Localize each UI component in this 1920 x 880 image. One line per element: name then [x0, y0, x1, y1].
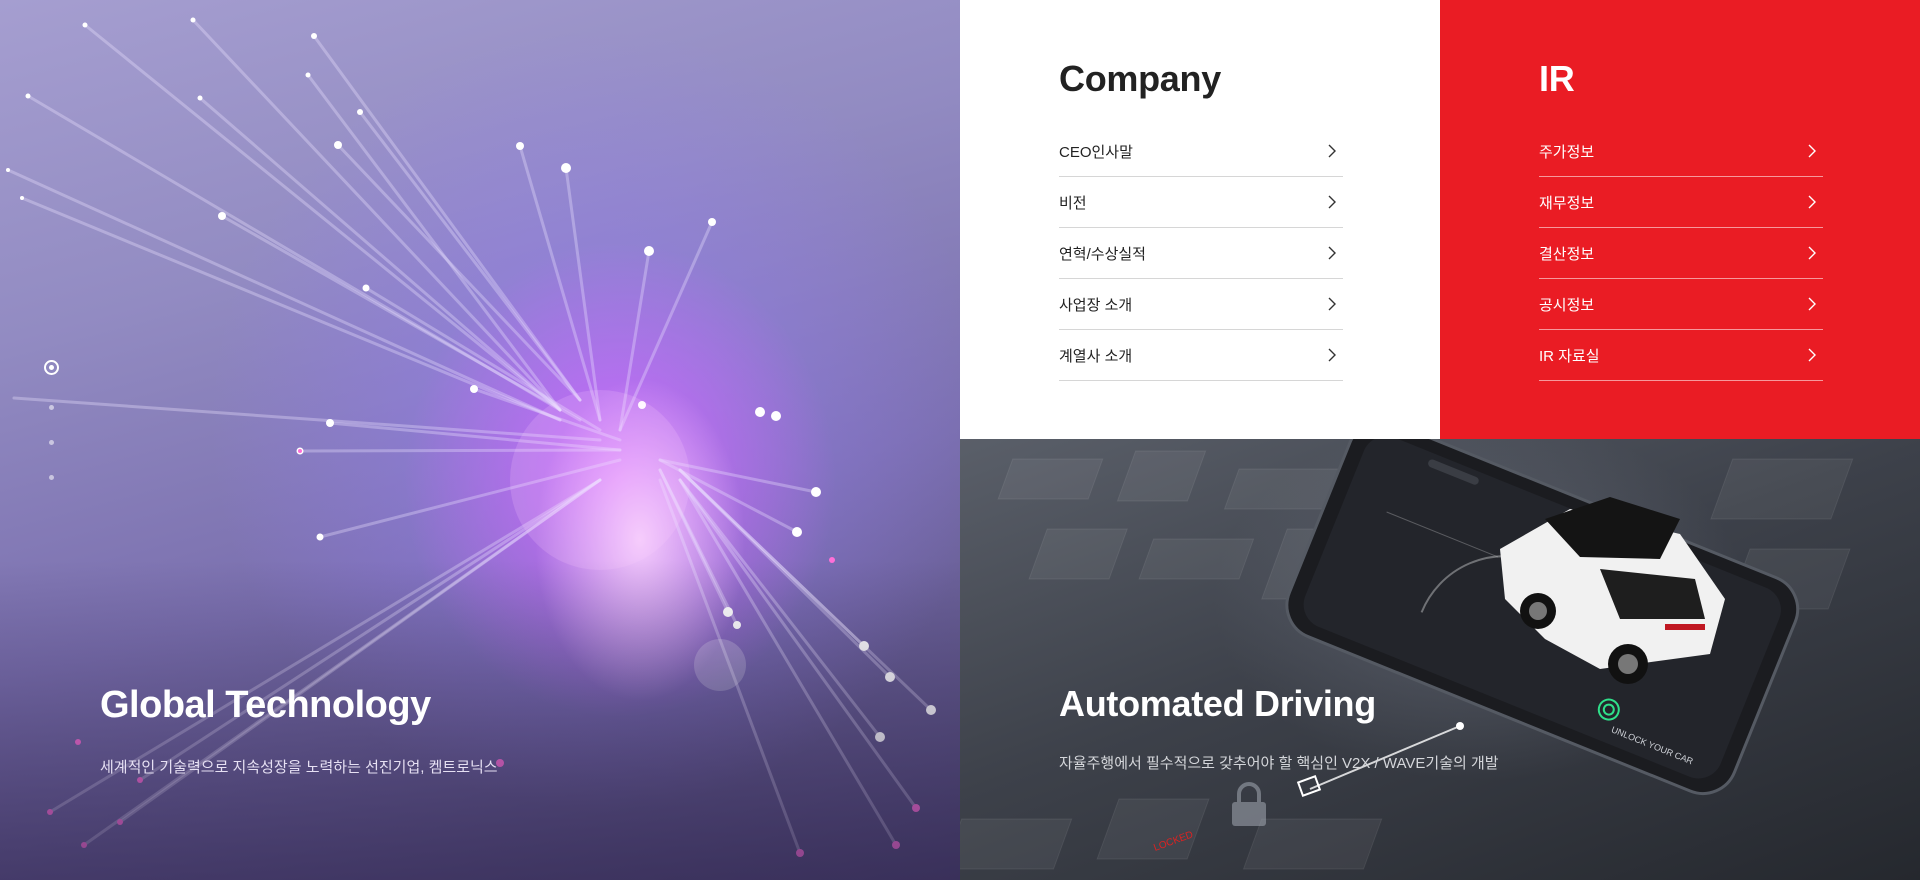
drive-description: 자율주행에서 필수적으로 갖추어야 할 핵심인 V2X / WAVE기술의 개발 — [1059, 755, 1499, 772]
ir-link-finance[interactable]: 재무정보 — [1539, 177, 1823, 228]
chevron-right-icon — [1808, 348, 1816, 362]
chevron-right-icon — [1328, 195, 1336, 209]
ir-link-disclosure[interactable]: 공시정보 — [1539, 279, 1823, 330]
chevron-right-icon — [1328, 297, 1336, 311]
company-link-vision[interactable]: 비전 — [1059, 177, 1343, 228]
smartphone-car-image: LOCKED UNLOCK YOUR CAR — [960, 439, 1854, 870]
pager-dot-active[interactable] — [43, 360, 59, 375]
automated-driving-banner[interactable]: LOCKED UNLOCK YOUR CAR Automated Driving… — [960, 439, 1920, 880]
hero-global-technology: Global Technology 세계적인 기술력으로 지속성장을 노력하는 … — [0, 0, 960, 880]
drive-title: Automated Driving — [1059, 683, 1376, 724]
pager-dot[interactable] — [48, 405, 54, 410]
lock-icon — [1232, 782, 1266, 826]
company-link-list: CEO인사말 비전 연혁/수상실적 사업장 소개 계열사 소개 — [1059, 126, 1343, 381]
ir-link-label: 결산정보 — [1539, 245, 1595, 263]
company-link-label: 계열사 소개 — [1059, 347, 1133, 365]
ir-link-label: 공시정보 — [1539, 296, 1595, 314]
ir-heading: IR — [1539, 58, 1575, 99]
ir-link-list: 주가정보 재무정보 결산정보 공시정보 IR 자료실 — [1539, 126, 1823, 381]
ir-panel: IR 주가정보 재무정보 결산정보 공시정보 IR 자료실 — [1440, 0, 1920, 439]
company-link-history[interactable]: 연혁/수상실적 — [1059, 228, 1343, 279]
company-link-affiliates[interactable]: 계열사 소개 — [1059, 330, 1343, 381]
pager-dot[interactable] — [48, 440, 54, 445]
ir-link-label: 재무정보 — [1539, 194, 1595, 212]
company-heading: Company — [1059, 58, 1221, 99]
slide-pager[interactable] — [41, 360, 61, 480]
company-link-label: 연혁/수상실적 — [1059, 245, 1146, 263]
company-link-sites[interactable]: 사업장 소개 — [1059, 279, 1343, 330]
chevron-right-icon — [1328, 348, 1336, 362]
ir-link-label: IR 자료실 — [1539, 347, 1600, 365]
company-link-label: CEO인사말 — [1059, 143, 1133, 161]
company-link-label: 비전 — [1059, 194, 1087, 212]
ir-link-stock[interactable]: 주가정보 — [1539, 126, 1823, 177]
chevron-right-icon — [1328, 246, 1336, 260]
company-link-label: 사업장 소개 — [1059, 296, 1133, 314]
hero-description: 세계적인 기술력으로 지속성장을 노력하는 선진기업, 켐트로닉스 — [100, 759, 498, 776]
chevron-right-icon — [1808, 144, 1816, 158]
ir-link-settlement[interactable]: 결산정보 — [1539, 228, 1823, 279]
hero-title: Global Technology — [100, 684, 431, 726]
ir-link-archive[interactable]: IR 자료실 — [1539, 330, 1823, 381]
chevron-right-icon — [1808, 297, 1816, 311]
chevron-right-icon — [1328, 144, 1336, 158]
chevron-right-icon — [1808, 246, 1816, 260]
company-link-ceo[interactable]: CEO인사말 — [1059, 126, 1343, 177]
pager-dot[interactable] — [48, 475, 54, 480]
chevron-right-icon — [1808, 195, 1816, 209]
ir-link-label: 주가정보 — [1539, 143, 1595, 161]
company-panel: Company CEO인사말 비전 연혁/수상실적 사업장 소개 계열사 소개 — [960, 0, 1440, 439]
